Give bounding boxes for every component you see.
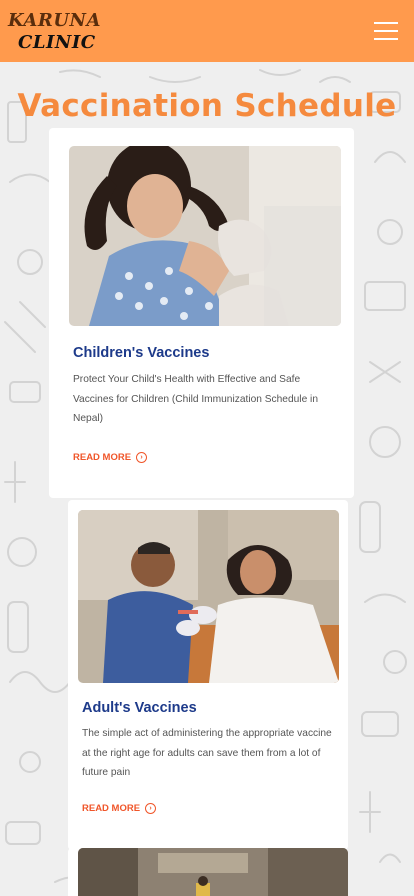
adult-vaccination-photo xyxy=(78,510,339,683)
menu-bar xyxy=(374,38,398,40)
page-title: Vaccination Schedule xyxy=(17,88,397,124)
logo-line-2: CLINIC xyxy=(18,32,96,53)
card-description: The simple act of administering the appr… xyxy=(82,728,332,778)
read-more-label: READ MORE xyxy=(82,803,141,814)
card-title: Adult's Vaccines xyxy=(82,700,197,716)
navbar: KARUNA CLINIC xyxy=(0,0,414,62)
menu-bar xyxy=(374,30,398,32)
street-scene-photo xyxy=(78,848,348,896)
logo-line-1: KARUNA xyxy=(8,10,101,31)
card-title: Children's Vaccines xyxy=(73,345,210,361)
menu-bar xyxy=(374,22,398,24)
vaccine-card-children: Children's Vaccines Protect Your Child's… xyxy=(49,128,354,498)
chevron-right-circle-icon: › xyxy=(145,803,157,814)
chevron-right-circle-icon: › xyxy=(136,452,148,463)
hamburger-menu-icon[interactable] xyxy=(374,22,398,40)
read-more-label: READ MORE xyxy=(73,452,132,463)
read-more-link[interactable]: READ MORE › xyxy=(82,803,157,814)
card-description: Protect Your Child's Health with Effecti… xyxy=(73,374,318,424)
read-more-link[interactable]: READ MORE › xyxy=(73,452,148,463)
clinic-logo[interactable]: KARUNA CLINIC xyxy=(8,10,101,54)
child-vaccination-photo xyxy=(69,146,341,326)
vaccine-card-third xyxy=(68,848,348,896)
vaccine-card-adults: Adult's Vaccines The simple act of admin… xyxy=(68,500,348,850)
